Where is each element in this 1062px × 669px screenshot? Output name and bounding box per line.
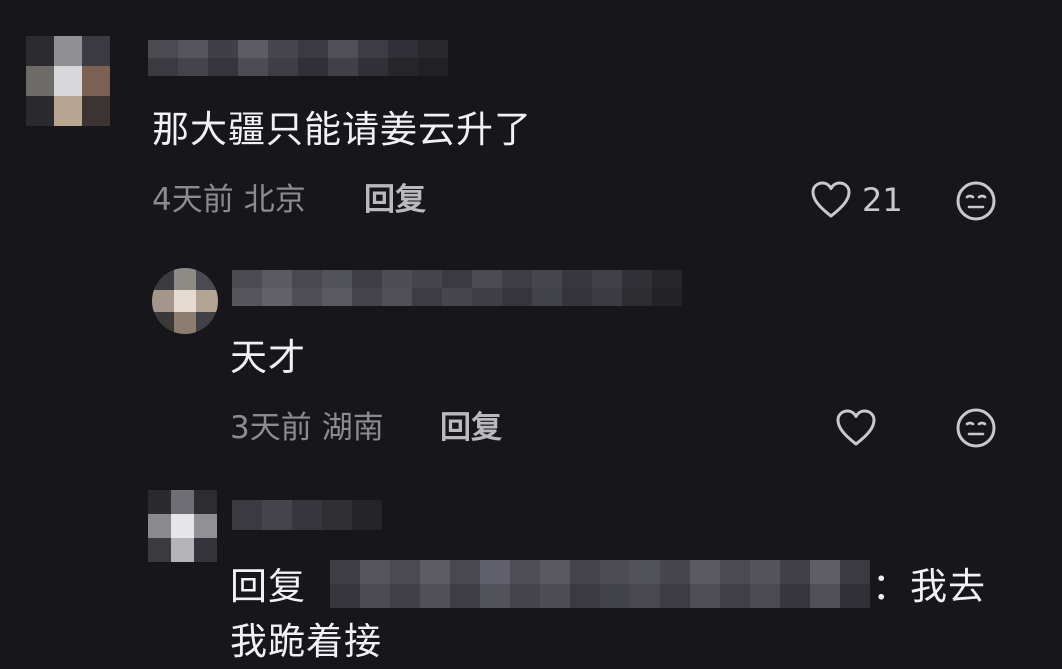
reply-target-blurred[interactable]: [330, 560, 870, 608]
reply-suffix: ：我去: [872, 565, 986, 608]
comment-text: 我跪着接: [230, 620, 382, 663]
comment-thread: 那大疆只能请姜云升了 4天前 北京 回复 21 天才 3天前 湖南 回复 回复 …: [0, 0, 1062, 669]
comment-meta: 4天前 北京: [152, 182, 306, 218]
avatar[interactable]: [148, 490, 218, 562]
meh-face-icon[interactable]: [955, 180, 997, 222]
reply-button[interactable]: 回复: [364, 182, 426, 218]
username-blurred[interactable]: [232, 500, 382, 530]
comment-text: 那大疆只能请姜云升了: [152, 108, 532, 151]
heart-outline-icon[interactable]: [835, 408, 877, 448]
avatar[interactable]: [152, 268, 218, 334]
comment-location: 北京: [243, 182, 306, 218]
reply-button[interactable]: 回复: [440, 410, 502, 446]
comment-time: 4天前: [152, 182, 234, 218]
comment-time: 3天前: [230, 410, 312, 446]
reply-prefix: 回复: [230, 565, 306, 608]
avatar[interactable]: [26, 36, 110, 126]
comment-meta: 3天前 湖南: [230, 410, 384, 446]
username-blurred[interactable]: [232, 270, 682, 306]
heart-outline-icon[interactable]: [810, 180, 852, 220]
comment-text: 天才: [230, 336, 306, 379]
comment-location: 湖南: [321, 410, 384, 446]
meh-face-icon[interactable]: [955, 407, 997, 449]
like-count: 21: [862, 181, 903, 219]
username-blurred[interactable]: [148, 40, 448, 76]
